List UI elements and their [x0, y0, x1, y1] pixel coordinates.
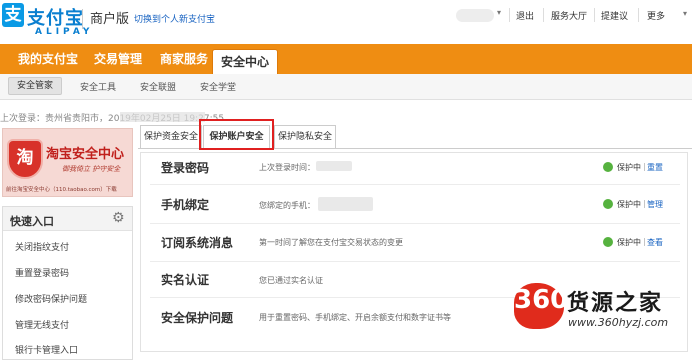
status-ok-icon	[603, 162, 613, 172]
row-subscribe-desc: 第一时间了解您在支付宝交易状态的变更	[259, 238, 403, 247]
banner-footer[interactable]: 前往淘宝安全中心（110.taobao.com）下载	[6, 185, 117, 193]
manage-phone-link[interactable]: 管理	[647, 199, 663, 210]
watermark-logo-text: 360	[514, 285, 569, 315]
top-divider	[638, 8, 639, 22]
blurred-value	[318, 197, 373, 211]
main-nav: 我的支付宝 交易管理 商家服务	[0, 44, 692, 74]
top-divider	[594, 8, 595, 22]
row-realname-desc: 您已通过实名认证	[259, 276, 323, 285]
row-divider	[150, 223, 680, 224]
chevron-down-icon[interactable]: ▾	[497, 8, 501, 17]
top-divider	[509, 8, 510, 22]
switch-to-personal-link[interactable]: 切换到个人新支付宝	[134, 12, 215, 25]
row-subscribe-title: 订阅系统消息	[161, 236, 234, 250]
quick-link-item[interactable]: 重置登录密码	[15, 266, 69, 279]
top-divider	[543, 8, 544, 22]
gear-icon[interactable]: ⚙	[112, 210, 125, 226]
feedback-link[interactable]: 提建议	[601, 9, 628, 22]
view-messages-link[interactable]: 查看	[647, 237, 663, 248]
logout-link[interactable]: 退出	[516, 9, 534, 22]
watermark-name: 货源之家	[567, 291, 664, 316]
tab-privacy-security[interactable]: 保护隐私安全	[274, 125, 336, 149]
subnav-security-school[interactable]: 安全学堂	[200, 80, 236, 93]
subnav-security-manager[interactable]: 安全管家	[8, 77, 62, 95]
alipay-logo-subtext: ALIPAY	[35, 27, 94, 37]
banner-slogan: 御我倚立 护守安全	[62, 165, 121, 173]
row-divider	[150, 184, 680, 185]
status-ok-icon	[603, 199, 613, 209]
row-security-question-desc: 用于重置密码、手机绑定、开启余额支付和数字证书等	[259, 313, 451, 322]
blurred-value	[316, 161, 352, 171]
action-divider: |	[643, 199, 646, 208]
subnav-security-tools[interactable]: 安全工具	[80, 80, 116, 93]
status-label: 保护中	[617, 163, 641, 172]
row-phone-binding-desc: 您绑定的手机：	[259, 201, 315, 210]
reset-password-link[interactable]: 重置	[647, 162, 663, 173]
shield-icon: 淘	[7, 139, 43, 179]
quick-link-item[interactable]: 关闭指纹支付	[15, 240, 69, 253]
more-menu[interactable]: 更多	[647, 9, 665, 22]
last-login-blurred	[120, 112, 205, 122]
chevron-down-icon[interactable]: ▾	[683, 9, 687, 18]
alipay-logo-icon: 支	[2, 3, 24, 27]
tab-highlight-box	[199, 119, 274, 150]
action-divider: |	[643, 237, 646, 246]
status-label: 保护中	[617, 200, 641, 209]
subnav-security-alliance[interactable]: 安全联盟	[140, 80, 176, 93]
merchant-edition-label: 商户版	[90, 12, 130, 27]
username-blurred[interactable]	[456, 9, 494, 22]
quick-link-item[interactable]: 修改密码保护问题	[15, 292, 87, 305]
nav-trade-management[interactable]: 交易管理	[94, 44, 142, 74]
nav-my-alipay[interactable]: 我的支付宝	[18, 44, 78, 74]
status-label: 保护中	[617, 238, 641, 247]
tab-fund-security[interactable]: 保护资金安全	[140, 125, 202, 149]
row-phone-binding-title: 手机绑定	[161, 198, 210, 212]
nav-security-center[interactable]: 安全中心	[212, 49, 278, 76]
quick-link-item[interactable]: 管理无线支付	[15, 318, 69, 331]
banner-title: 淘宝安全中心	[46, 147, 125, 162]
action-divider: |	[643, 162, 646, 171]
status-ok-icon	[603, 237, 613, 247]
row-login-password-desc: 上次登录时间：	[259, 163, 315, 172]
row-divider	[150, 261, 680, 262]
nav-merchant-services[interactable]: 商家服务	[160, 44, 208, 74]
service-hall-link[interactable]: 服务大厅	[551, 9, 587, 22]
quick-link-item[interactable]: 银行卡管理入口	[15, 343, 78, 356]
row-realname-title: 实名认证	[161, 273, 210, 287]
row-login-password-title: 登录密码	[161, 161, 210, 175]
header-divider	[82, 9, 83, 29]
watermark-url: www.360hyzj.com	[568, 316, 669, 329]
row-security-question-title: 安全保护问题	[161, 311, 234, 325]
quick-links-title: 快速入口	[10, 215, 54, 228]
